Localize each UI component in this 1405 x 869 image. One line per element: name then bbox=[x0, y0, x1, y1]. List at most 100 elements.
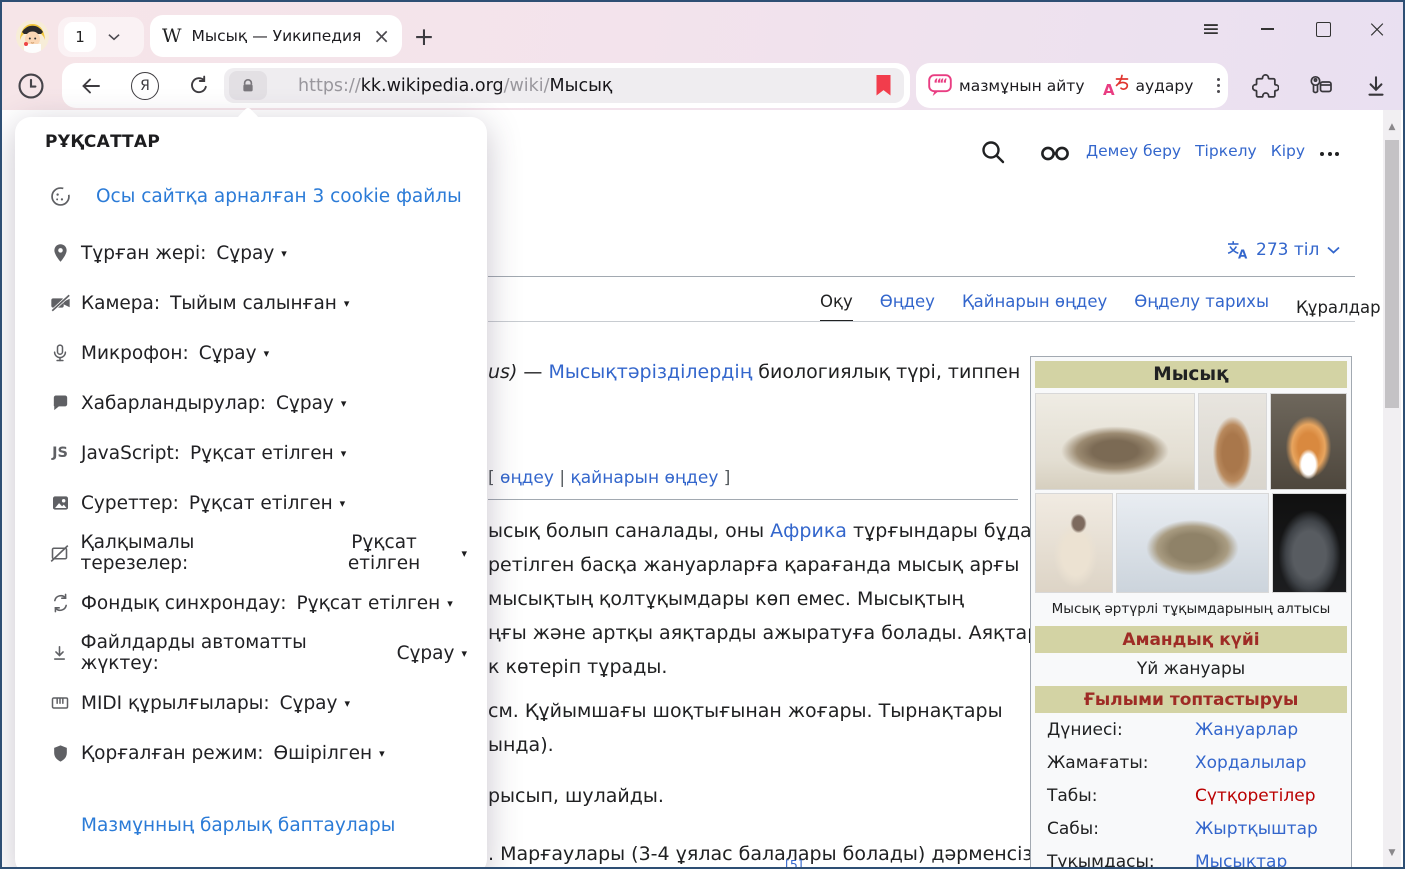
scrollbar-down-icon[interactable]: ▼ bbox=[1383, 844, 1401, 861]
protected-mode-permission-dropdown[interactable]: Өшірілген▾ bbox=[274, 743, 385, 764]
tab-count-badge[interactable]: 1 bbox=[64, 22, 96, 52]
javascript-icon: JS bbox=[48, 445, 72, 461]
extensions-puzzle-icon[interactable] bbox=[1249, 70, 1281, 102]
notifications-permission-dropdown[interactable]: Сұрау▾ bbox=[276, 393, 346, 414]
downloads-icon[interactable] bbox=[1360, 70, 1392, 102]
edit-source-section-link[interactable]: қайнарын өңдеу bbox=[571, 468, 719, 488]
midi-icon bbox=[48, 693, 72, 713]
snow-tabby-cat-photo[interactable] bbox=[1116, 493, 1269, 593]
language-selector[interactable]: A 273 тіл bbox=[1226, 239, 1340, 261]
permission-row-images: Суреттер: Рұқсат етілген▾ bbox=[48, 478, 467, 528]
permission-value: Рұқсат етілген bbox=[189, 493, 333, 514]
address-bar[interactable]: https://kk.wikipedia.org/wiki/Мысық bbox=[224, 68, 904, 103]
phylum-link[interactable]: Хордалылар bbox=[1195, 753, 1306, 773]
separator: | bbox=[554, 468, 571, 488]
camera-permission-dropdown[interactable]: Тыйым салынған▾ bbox=[170, 293, 349, 314]
class-link[interactable]: Сүтқоретілер bbox=[1195, 786, 1316, 806]
bracket: [ bbox=[488, 468, 500, 488]
dropdown-caret-icon: ▾ bbox=[264, 347, 270, 360]
window-maximize-button[interactable] bbox=[1308, 14, 1338, 44]
bookmark-flag-icon[interactable] bbox=[875, 75, 892, 96]
midi-permission-dropdown[interactable]: Сұрау▾ bbox=[280, 693, 350, 714]
felidae-link[interactable]: Мысықтәрізділердің bbox=[548, 361, 752, 383]
taxonomy-row: Жамағаты: Хордалылар bbox=[1035, 746, 1347, 779]
page-scrollbar[interactable]: ▲ ▼ bbox=[1383, 110, 1401, 867]
all-content-settings-link[interactable]: Мазмұнның барлық баптаулары bbox=[81, 815, 395, 836]
kingdom-link[interactable]: Жануарлар bbox=[1195, 720, 1298, 740]
url-text[interactable]: https://kk.wikipedia.org/wiki/Мысық bbox=[298, 68, 612, 103]
africa-link[interactable]: Африка bbox=[770, 520, 847, 542]
conservation-status-header: Амандық күйі bbox=[1035, 626, 1347, 653]
active-tab[interactable]: W Мысық — Уикипедия × bbox=[150, 15, 402, 57]
tab-close-icon[interactable]: × bbox=[373, 26, 390, 46]
svg-text:“: “ bbox=[939, 78, 948, 93]
search-icon[interactable] bbox=[980, 139, 1006, 165]
taxobox-images bbox=[1035, 393, 1347, 593]
siamese-cat-photo[interactable] bbox=[1035, 493, 1113, 593]
order-link[interactable]: Жыртқыштар bbox=[1195, 819, 1318, 839]
taxonomy-row: Тұқымдасы: Мысықтар bbox=[1035, 845, 1347, 869]
passwords-keychain-icon[interactable] bbox=[1304, 70, 1336, 102]
history-clock-icon[interactable] bbox=[15, 70, 47, 102]
site-permissions-button[interactable] bbox=[229, 71, 267, 100]
window-menu-icon[interactable]: ≡ bbox=[1196, 14, 1226, 44]
window-close-button[interactable]: × bbox=[1362, 14, 1392, 44]
grey-cat-photo[interactable] bbox=[1272, 493, 1347, 593]
dropdown-caret-icon: ▾ bbox=[461, 547, 467, 560]
more-actions-icon[interactable] bbox=[1211, 78, 1226, 93]
location-permission-dropdown[interactable]: Сұрау▾ bbox=[216, 243, 286, 264]
orange-white-cat-photo[interactable] bbox=[1270, 393, 1347, 490]
chevron-down-icon[interactable] bbox=[108, 33, 120, 41]
refresh-button[interactable] bbox=[184, 71, 214, 101]
javascript-permission-dropdown[interactable]: Рұқсат етілген▾ bbox=[190, 443, 346, 464]
edit-section-link[interactable]: өңдеу bbox=[500, 468, 554, 488]
article-tabs: Оқу Өңдеу Қайнарын өңдеу Өңделу тарихы Қ… bbox=[820, 292, 1400, 322]
donate-link[interactable]: Демеу беру bbox=[1086, 142, 1181, 160]
yandex-button[interactable]: Я bbox=[130, 71, 160, 101]
cookies-link[interactable]: Осы сайтқа арналған 3 cookie файлы bbox=[96, 186, 462, 207]
chevron-down-icon bbox=[1327, 246, 1340, 254]
tab-history[interactable]: Өңделу тарихы bbox=[1134, 292, 1269, 322]
permissions-list: Тұрған жері: Сұрау▾ Камера: Тыйым салынғ… bbox=[48, 228, 467, 778]
translate-icon: A bbox=[1103, 74, 1129, 97]
register-link[interactable]: Тіркелу bbox=[1195, 142, 1257, 160]
read-aloud-button[interactable]: ““ мазмұнын айту bbox=[928, 74, 1085, 97]
family-link[interactable]: Мысықтар bbox=[1195, 852, 1287, 869]
scrollbar-up-icon[interactable]: ▲ bbox=[1383, 118, 1401, 135]
tab-title: Мысық — Уикипедия bbox=[192, 27, 368, 45]
profile-avatar[interactable] bbox=[16, 20, 49, 53]
reference-5-link[interactable]: [5] bbox=[785, 857, 803, 869]
wiki-more-menu-icon[interactable] bbox=[1320, 152, 1339, 156]
tabby-cat-lying-photo[interactable] bbox=[1035, 393, 1195, 490]
images-permission-dropdown[interactable]: Рұқсат етілген▾ bbox=[189, 493, 345, 514]
text-line: к көтеріп тұрады. bbox=[488, 650, 1054, 684]
new-tab-button[interactable]: + bbox=[406, 18, 442, 54]
cookie-icon bbox=[48, 185, 72, 208]
taxonomy-label: Дүниесі: bbox=[1047, 720, 1195, 740]
background-sync-permission-dropdown[interactable]: Рұқсат етілген▾ bbox=[297, 593, 453, 614]
url-page: Мысық bbox=[550, 76, 613, 96]
dropdown-caret-icon: ▾ bbox=[379, 747, 385, 760]
appearance-glasses-icon[interactable] bbox=[1038, 145, 1072, 162]
permission-row-protected-mode: Қорғалған режим: Өшірілген▾ bbox=[48, 728, 467, 778]
tab-edit-source[interactable]: Қайнарын өңдеу bbox=[962, 292, 1107, 322]
read-aloud-label: мазмұнын айту bbox=[959, 77, 1085, 95]
tab-group-chip[interactable]: 1 bbox=[58, 17, 144, 57]
permission-label: Хабарландырулар: bbox=[81, 393, 266, 414]
cookies-row: Осы сайтқа арналған 3 cookie файлы bbox=[48, 185, 462, 208]
tab-read[interactable]: Оқу bbox=[820, 292, 853, 322]
scrollbar-thumb[interactable] bbox=[1385, 140, 1399, 408]
dropdown-caret-icon: ▾ bbox=[281, 247, 287, 260]
microphone-permission-dropdown[interactable]: Сұрау▾ bbox=[199, 343, 269, 364]
shield-icon bbox=[48, 743, 72, 764]
translate-button[interactable]: A аудару bbox=[1103, 74, 1194, 97]
back-button[interactable] bbox=[76, 71, 106, 101]
window-minimize-button[interactable] bbox=[1252, 14, 1282, 44]
login-link[interactable]: Кіру bbox=[1271, 142, 1305, 160]
tab-edit[interactable]: Өңдеу bbox=[880, 292, 935, 322]
taxonomy-label: Жамағаты: bbox=[1047, 753, 1195, 773]
auto-download-permission-dropdown[interactable]: Сұрау▾ bbox=[397, 643, 467, 664]
permission-row-popups: Қалқымалы терезелер: Рұқсат етілген▾ bbox=[48, 528, 467, 578]
abyssinian-cat-photo[interactable] bbox=[1198, 393, 1267, 490]
popups-permission-dropdown[interactable]: Рұқсат етілген▾ bbox=[314, 532, 467, 574]
